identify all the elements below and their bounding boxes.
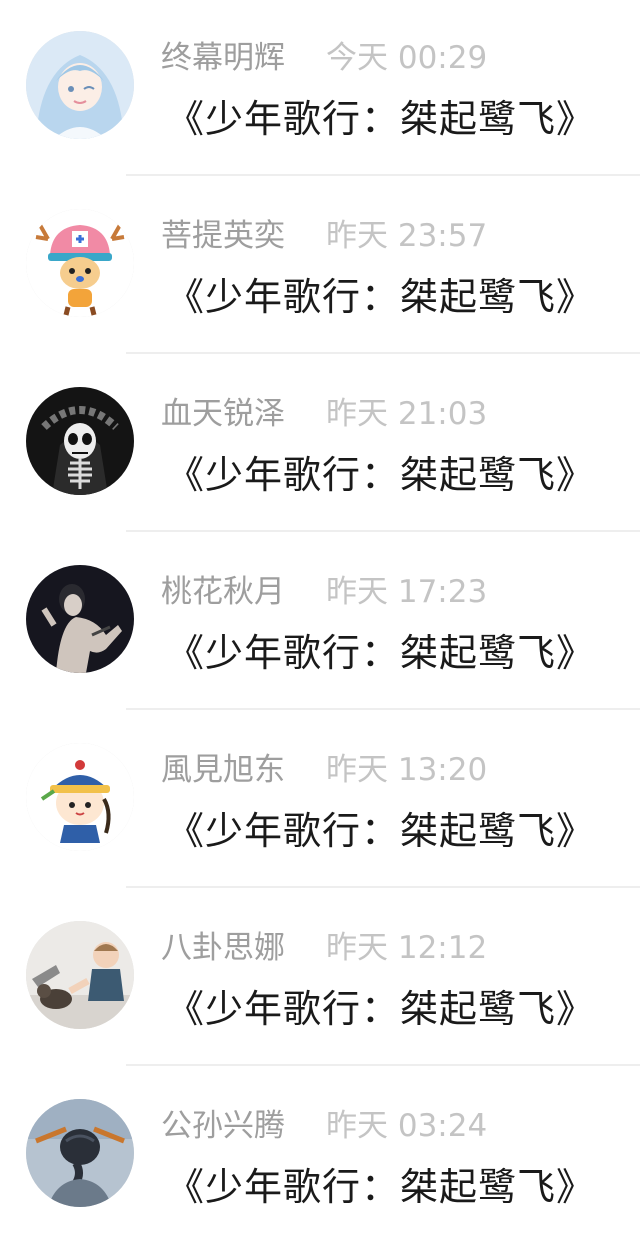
braided-hair-avatar-icon[interactable] [26,1099,134,1207]
skeleton-avatar-icon[interactable] [26,387,134,495]
list-item[interactable]: 風見旭东 昨天 13:20 《少年歌行：桀起鹭飞》 [0,712,640,890]
divider [126,886,640,888]
message-text: 《少年歌行：桀起鹭飞》 [166,987,596,1031]
message-time: 昨天 12:12 [326,930,488,966]
divider [126,530,640,532]
message-time: 昨天 17:23 [326,574,488,610]
divider [126,352,640,354]
list-item[interactable]: 桃花秋月 昨天 17:23 《少年歌行：桀起鹭飞》 [0,534,640,712]
message-text: 《少年歌行：桀起鹭飞》 [166,453,596,497]
sender-name: 公孙兴腾 [161,1108,285,1144]
list-item[interactable]: 八卦思娜 昨天 12:12 《少年歌行：桀起鹭飞》 [0,890,640,1068]
list-item[interactable]: 菩提英奕 昨天 23:57 《少年歌行：桀起鹭飞》 [0,178,640,356]
sender-name: 風見旭东 [161,752,285,788]
person-photo-avatar-icon[interactable] [26,565,134,673]
baby-with-cat-avatar-icon[interactable] [26,921,134,1029]
anime-girl-avatar-icon[interactable] [26,31,134,139]
divider [126,708,640,710]
message-text: 《少年歌行：桀起鹭飞》 [166,97,596,141]
sender-name: 八卦思娜 [161,930,285,966]
list-item[interactable]: 公孙兴腾 昨天 03:24 《少年歌行：桀起鹭飞》 [0,1068,640,1246]
list-item[interactable]: 血天锐泽 昨天 21:03 《少年歌行：桀起鹭飞》 [0,356,640,534]
sender-name: 血天锐泽 [161,396,285,432]
sender-name: 桃花秋月 [161,574,285,610]
message-time: 昨天 21:03 [326,396,488,432]
message-text: 《少年歌行：桀起鹭飞》 [166,809,596,853]
list-item[interactable]: 终幕明辉 今天 00:29 《少年歌行：桀起鹭飞》 [0,0,640,178]
message-time: 昨天 23:57 [326,218,488,254]
message-text: 《少年歌行：桀起鹭飞》 [166,1165,596,1209]
message-time: 今天 00:29 [326,40,488,76]
sender-name: 菩提英奕 [161,218,285,254]
message-text: 《少年歌行：桀起鹭飞》 [166,631,596,675]
sender-name: 终幕明辉 [161,40,285,76]
message-text: 《少年歌行：桀起鹭飞》 [166,275,596,319]
cartoon-qing-official-avatar-icon[interactable] [26,743,134,851]
divider [126,1064,640,1066]
message-list: 终幕明辉 今天 00:29 《少年歌行：桀起鹭飞》 菩提英奕 昨天 23:57 [0,0,640,1239]
divider [126,174,640,176]
message-time: 昨天 13:20 [326,752,488,788]
message-time: 昨天 03:24 [326,1108,488,1144]
cartoon-reindeer-avatar-icon[interactable] [26,209,134,317]
